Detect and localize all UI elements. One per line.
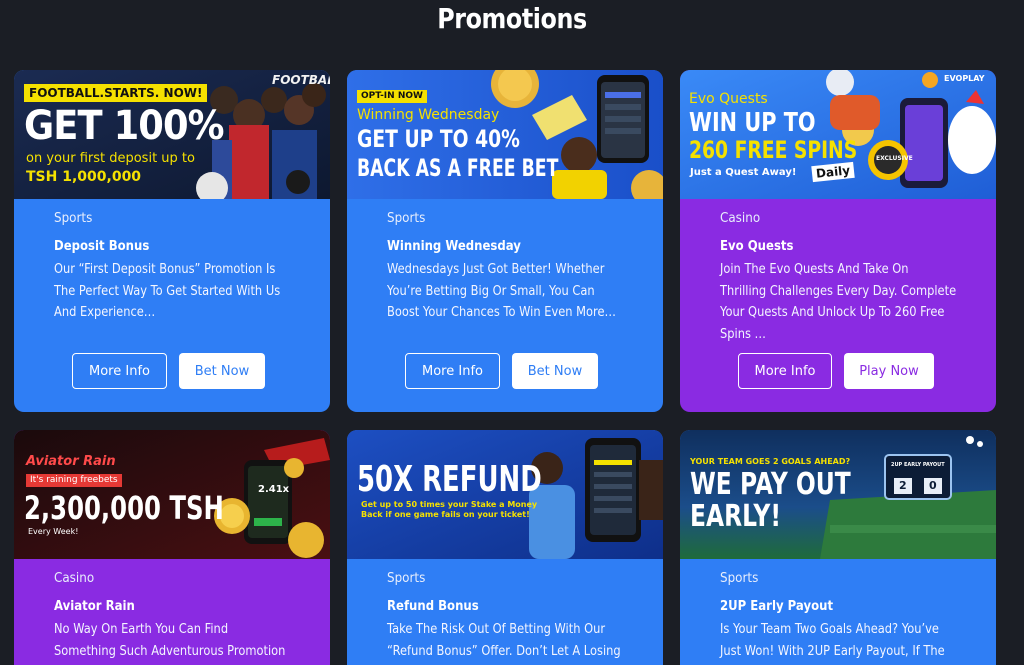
banner-amount: 2,300,000 TSH: [24, 489, 224, 527]
banner-sub: on your first deposit up to: [26, 151, 195, 166]
promo-title: Refund Bonus: [387, 599, 479, 614]
banner-line2: WIN UP TO: [689, 108, 816, 138]
promo-description: Wednesdays Just Got Better! Whether You’…: [387, 262, 616, 320]
promo-banner: 50X REFUND Get up to 50 times your Stake…: [347, 430, 663, 559]
banner-phone: 2.41x: [258, 484, 290, 495]
more-info-button[interactable]: More Info: [405, 353, 500, 389]
promo-description: Our “First Deposit Bonus” Promotion Is T…: [54, 262, 281, 320]
banner-line3: BACK AS A FREE BET: [357, 154, 559, 182]
promo-category: Sports: [387, 571, 426, 586]
promo-category: Sports: [54, 211, 93, 226]
promo-card-aviator-rain: Aviator Rain It's raining freebets 2,300…: [14, 430, 330, 665]
promo-banner: OPT-IN NOW Winning Wednesday GET UP TO 4…: [347, 70, 663, 199]
promo-category: Sports: [720, 571, 759, 586]
banner-line1: Winning Wednesday: [357, 107, 500, 123]
promo-card-2up-early-payout: YOUR TEAM GOES 2 GOALS AHEAD? WE PAY OUT…: [680, 430, 996, 665]
banner-seal: EXCLUSIVE: [876, 155, 913, 162]
banner-tag: It's raining freebets: [26, 474, 122, 487]
banner-line1: Evo Quests: [689, 91, 768, 107]
promo-banner: FOOTBALL.STARTS. NOW! FOOTBALL GET 100% …: [14, 70, 330, 199]
promo-title: Evo Quests: [720, 239, 794, 254]
promo-description: Take The Risk Out Of Betting With Our “R…: [387, 622, 621, 659]
banner-tag: YOUR TEAM GOES 2 GOALS AHEAD?: [690, 457, 851, 466]
promo-title: 2UP Early Payout: [720, 599, 834, 614]
score-home: 2: [899, 479, 907, 492]
promo-card-refund-bonus: 50X REFUND Get up to 50 times your Stake…: [347, 430, 663, 665]
promo-category: Casino: [720, 211, 761, 226]
promo-category: Casino: [54, 571, 95, 586]
banner-corner: FOOTBALL: [272, 73, 330, 87]
banner-line1: WE PAY OUT: [690, 467, 851, 502]
promo-title: Deposit Bonus: [54, 239, 150, 254]
promo-card-deposit-bonus: FOOTBALL.STARTS. NOW! FOOTBALL GET 100% …: [14, 70, 330, 412]
scoreboard-title: 2UP EARLY PAYOUT: [891, 462, 945, 468]
page-title: Promotions: [437, 2, 587, 35]
promo-category: Sports: [387, 211, 426, 226]
bet-now-button[interactable]: Bet Now: [512, 353, 598, 389]
play-now-button[interactable]: Play Now: [844, 353, 934, 389]
banner-sub: Get up to 50 times your Stake a Money Ba…: [361, 500, 538, 520]
banner-tag: OPT-IN NOW: [357, 90, 427, 103]
banner-line2: GET UP TO 40%: [357, 125, 520, 153]
promo-description: Is Your Team Two Goals Ahead? You’ve Jus…: [720, 622, 945, 659]
promo-card-winning-wednesday: OPT-IN NOW Winning Wednesday GET UP TO 4…: [347, 70, 663, 412]
banner-line2: EARLY!: [690, 499, 782, 534]
promo-banner: Aviator Rain It's raining freebets 2,300…: [14, 430, 330, 559]
promo-card-evo-quests: EVOPLAY Evo Quests WIN UP TO 260 FREE SP…: [680, 70, 996, 412]
banner-line3: 260 FREE SPINS: [689, 136, 858, 164]
promo-description: No Way On Earth You Can Find Something S…: [54, 622, 286, 659]
banner-amount: TSH 1,000,000: [26, 169, 142, 185]
promo-description: Join The Evo Quests And Take On Thrillin…: [720, 262, 957, 342]
banner-line1: Aviator Rain: [26, 454, 116, 469]
more-info-button[interactable]: More Info: [738, 353, 832, 389]
banner-tag: FOOTBALL.STARTS. NOW!: [24, 84, 208, 102]
promo-banner: EVOPLAY Evo Quests WIN UP TO 260 FREE SP…: [680, 70, 996, 199]
banner-headline: GET 100%: [24, 103, 225, 149]
banner-brand: EVOPLAY: [944, 74, 985, 83]
banner-line4: Just a Quest Away!: [690, 167, 797, 178]
banner-sub: Every Week!: [28, 527, 79, 536]
bet-now-button[interactable]: Bet Now: [179, 353, 265, 389]
promo-title: Winning Wednesday: [387, 239, 521, 254]
promo-title: Aviator Rain: [54, 599, 135, 614]
promo-banner: YOUR TEAM GOES 2 GOALS AHEAD? WE PAY OUT…: [680, 430, 996, 559]
score-away: 0: [929, 479, 937, 492]
banner-headline: 50X REFUND: [357, 459, 542, 500]
more-info-button[interactable]: More Info: [72, 353, 167, 389]
